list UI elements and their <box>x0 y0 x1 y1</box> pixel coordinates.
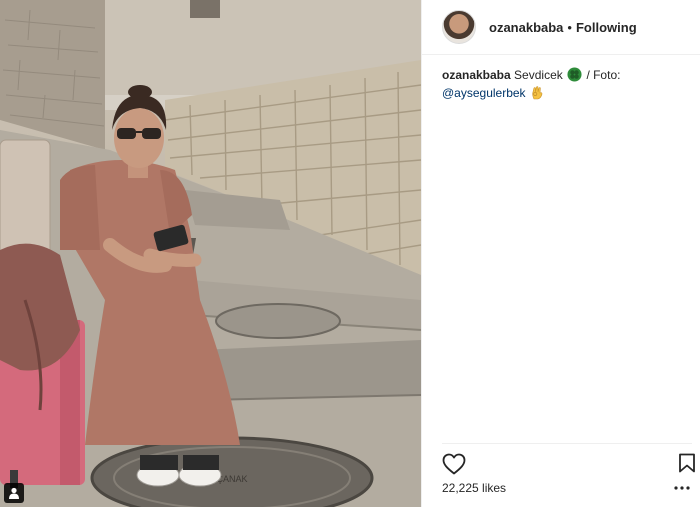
like-count-number: 22,225 <box>442 481 479 495</box>
caption-photo-credit: / Foto: <box>586 68 621 82</box>
post-photo[interactable]: ÇANAK <box>0 0 421 507</box>
caption-username[interactable]: ozanakbaba <box>442 68 511 82</box>
post-caption: ozanakbaba Sevdicek / Foto: @aysegulerbe… <box>442 66 687 102</box>
post-actions <box>442 443 695 479</box>
avatar[interactable] <box>442 10 476 44</box>
clover-icon <box>567 67 582 82</box>
more-options-icon[interactable] <box>672 480 692 496</box>
heart-icon[interactable] <box>442 453 466 475</box>
header-username[interactable]: ozanakbaba <box>489 20 563 35</box>
like-count-label: likes <box>482 481 507 495</box>
user-tag-icon[interactable] <box>4 483 24 503</box>
photo-illustration: ÇANAK <box>0 0 421 507</box>
post-header: ozanakbaba • Following <box>422 0 700 55</box>
like-count[interactable]: 22,225 likes <box>442 481 506 495</box>
following-button[interactable]: Following <box>576 20 637 35</box>
header-separator: • <box>567 19 572 35</box>
caption-text: Sevdicek <box>514 68 563 82</box>
caption-mention-link[interactable]: @aysegulerbek <box>442 86 526 100</box>
ok-hand-icon <box>532 86 543 100</box>
post-sidebar: ozanakbaba • Following ozanakbaba Sevdic… <box>421 0 700 507</box>
bookmark-icon[interactable] <box>678 453 696 473</box>
